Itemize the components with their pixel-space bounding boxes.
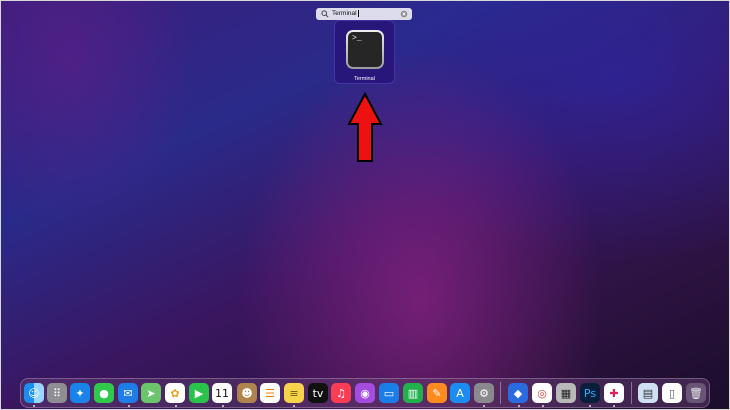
running-indicator bbox=[293, 405, 295, 407]
downloads-stack-icon[interactable]: ▤ bbox=[638, 383, 658, 403]
running-indicator bbox=[175, 405, 177, 407]
running-indicator bbox=[128, 405, 130, 407]
running-indicator bbox=[518, 405, 520, 407]
keynote-icon[interactable]: ▭ bbox=[379, 383, 399, 403]
calendar-icon[interactable]: 11 bbox=[212, 383, 232, 403]
numbers-icon[interactable]: ▥ bbox=[403, 383, 423, 403]
mail-icon[interactable]: ✉ bbox=[118, 383, 138, 403]
running-indicator bbox=[613, 405, 615, 407]
trash-icon[interactable]: 🗑 bbox=[686, 383, 706, 403]
running-indicator bbox=[222, 405, 224, 407]
clear-search-icon[interactable] bbox=[399, 10, 408, 19]
chrome-icon[interactable]: ◎ bbox=[532, 383, 552, 403]
terminal-result-tile[interactable]: >_ Terminal bbox=[334, 20, 395, 84]
contacts-icon[interactable]: ☻ bbox=[237, 383, 257, 403]
running-indicator bbox=[483, 405, 485, 407]
terminal-prompt: >_ bbox=[348, 32, 382, 67]
running-indicator bbox=[542, 405, 544, 407]
messages-icon[interactable]: ● bbox=[94, 383, 114, 403]
finder-icon[interactable]: ☺ bbox=[24, 383, 44, 403]
calculator-icon[interactable]: ▦ bbox=[556, 383, 576, 403]
notes-icon[interactable]: ≡ bbox=[284, 383, 304, 403]
photoshop-icon[interactable]: Ps bbox=[580, 383, 600, 403]
music-icon[interactable]: ♫ bbox=[331, 383, 351, 403]
dock-separator bbox=[500, 382, 501, 404]
vpn-app-icon[interactable]: ◆ bbox=[508, 383, 528, 403]
document-stack-icon[interactable]: ▯ bbox=[662, 383, 682, 403]
search-input[interactable]: Terminal bbox=[332, 10, 399, 18]
terminal-result-label: Terminal bbox=[354, 76, 375, 82]
facetime-icon[interactable]: ▶ bbox=[189, 383, 209, 403]
photos-icon[interactable]: ✿ bbox=[165, 383, 185, 403]
running-indicator bbox=[33, 405, 35, 407]
slack-icon[interactable]: ✚ bbox=[604, 383, 624, 403]
system-preferences-icon[interactable]: ⚙ bbox=[474, 383, 494, 403]
running-indicator bbox=[589, 405, 591, 407]
maps-icon[interactable]: ➤ bbox=[141, 383, 161, 403]
spotlight-search-bar[interactable]: Terminal bbox=[316, 8, 412, 20]
terminal-app-icon: >_ bbox=[346, 30, 384, 69]
dock-separator bbox=[631, 382, 632, 404]
pages-icon[interactable]: ✎ bbox=[427, 383, 447, 403]
safari-icon[interactable]: ✦ bbox=[70, 383, 90, 403]
podcasts-icon[interactable]: ◉ bbox=[355, 383, 375, 403]
up-arrow-annotation bbox=[347, 92, 383, 162]
apple-tv-icon[interactable]: tv bbox=[308, 383, 328, 403]
app-store-icon[interactable]: A bbox=[450, 383, 470, 403]
search-icon bbox=[320, 10, 329, 19]
reminders-icon[interactable]: ☰ bbox=[260, 383, 280, 403]
launchpad-icon[interactable]: ⠿ bbox=[47, 383, 67, 403]
